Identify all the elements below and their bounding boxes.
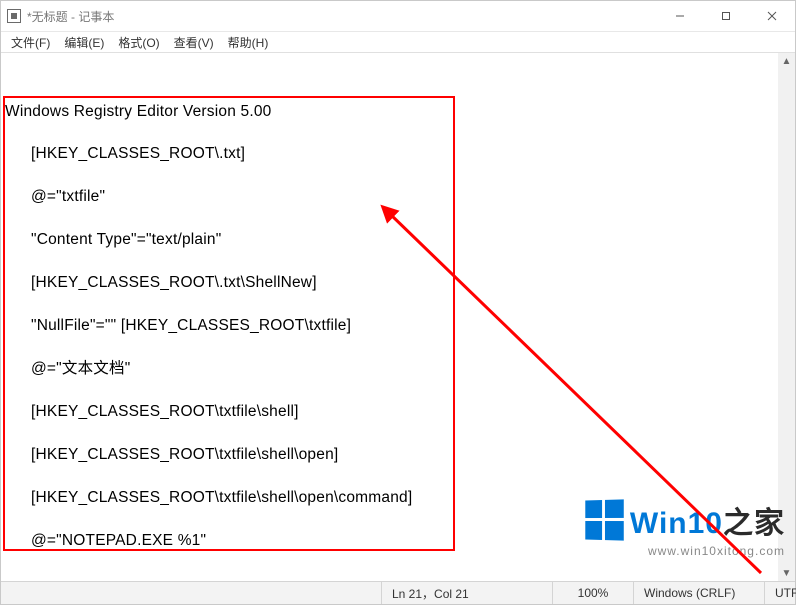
editor-blank-line [5, 380, 412, 402]
editor-blank-line [5, 251, 412, 273]
minimize-icon [675, 11, 685, 21]
app-window: *无标题 - 记事本 文件(F) 编辑(E) 格式(O) 查看(V) 帮助(H)… [0, 0, 796, 605]
editor-line: [HKEY_CLASSES_ROOT\.txt] [5, 144, 412, 165]
maximize-icon [721, 11, 731, 21]
editor-blank-line [5, 122, 412, 144]
editor-blank-line [5, 466, 412, 488]
window-title: *无标题 - 记事本 [27, 8, 114, 25]
editor-blank-line [5, 423, 412, 445]
status-zoom: 100% [552, 582, 633, 604]
titlebar[interactable]: *无标题 - 记事本 [1, 1, 795, 32]
maximize-button[interactable] [703, 1, 749, 31]
editor-line: "NullFile"="" [HKEY_CLASSES_ROOT\txtfile… [5, 316, 412, 337]
menubar: 文件(F) 编辑(E) 格式(O) 查看(V) 帮助(H) [1, 32, 795, 53]
editor-line: [HKEY_CLASSES_ROOT\.txt\ShellNew] [5, 273, 412, 294]
editor-line: [HKEY_CLASSES_ROOT\txtfile\shell\open\co… [5, 488, 412, 509]
menu-edit[interactable]: 编辑(E) [58, 33, 110, 52]
notepad-app-icon [7, 9, 21, 23]
editor-blank-line [5, 165, 412, 187]
status-caret-position: Ln 21，Col 21 [381, 582, 552, 604]
editor-blank-line [5, 337, 412, 359]
editor-line: [HKEY_CLASSES_ROOT\txtfile\shell\open] [5, 445, 412, 466]
content-area: Windows Registry Editor Version 5.00 [HKE… [1, 53, 795, 582]
minimize-button[interactable] [657, 1, 703, 31]
text-editor[interactable]: Windows Registry Editor Version 5.00 [HKE… [1, 53, 778, 582]
editor-line: [HKEY_CLASSES_ROOT\txtfile\shell] [5, 402, 412, 423]
menu-format[interactable]: 格式(O) [112, 33, 165, 52]
editor-line: Windows Registry Editor Version 5.00 [5, 102, 412, 123]
menu-help[interactable]: 帮助(H) [222, 33, 275, 52]
scroll-down-arrow-icon[interactable]: ▼ [778, 565, 795, 582]
editor-blank-line [5, 208, 412, 230]
editor-line: @="txtfile" [5, 187, 412, 208]
editor-line: @="文本文档" [5, 359, 412, 380]
editor-blank-line [5, 509, 412, 531]
scroll-track[interactable] [778, 70, 795, 565]
status-line-ending: Windows (CRLF) [633, 582, 764, 604]
menu-file[interactable]: 文件(F) [5, 33, 56, 52]
close-icon [767, 11, 777, 21]
editor-line: "Content Type"="text/plain" [5, 230, 412, 251]
close-button[interactable] [749, 1, 795, 31]
statusbar: Ln 21，Col 21 100% Windows (CRLF) UTF-8 [1, 581, 795, 604]
vertical-scrollbar[interactable]: ▲ ▼ [778, 53, 795, 582]
menu-view[interactable]: 查看(V) [168, 33, 220, 52]
editor-line: @="NOTEPAD.EXE %1" [5, 531, 412, 552]
scroll-up-arrow-icon[interactable]: ▲ [778, 53, 795, 70]
editor-blank-line [5, 294, 412, 316]
window-controls [657, 1, 795, 31]
status-encoding: UTF-8 [764, 582, 796, 604]
title-left: *无标题 - 记事本 [1, 8, 114, 25]
